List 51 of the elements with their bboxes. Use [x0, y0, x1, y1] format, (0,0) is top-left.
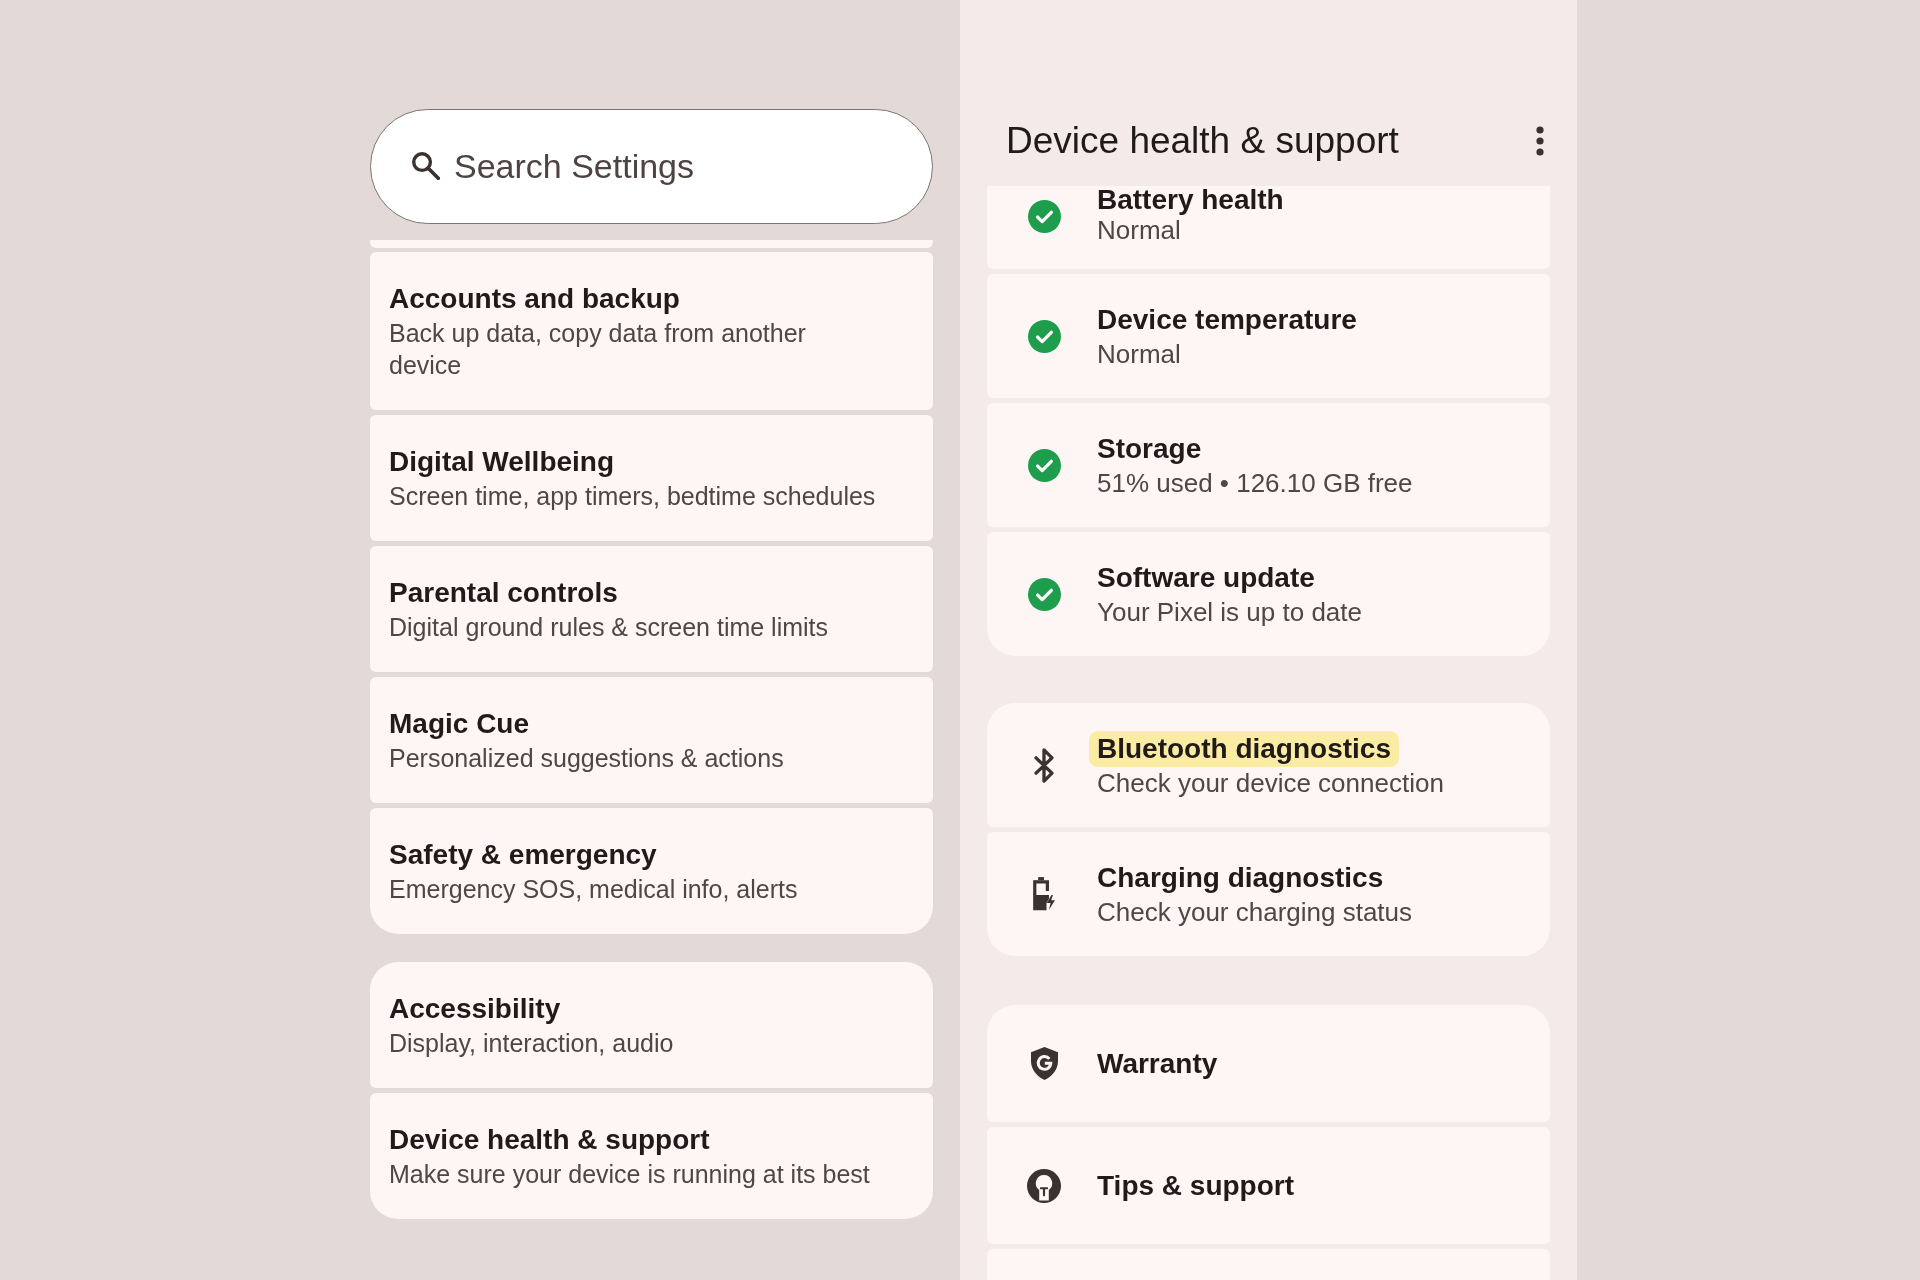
- health-card[interactable]: Battery health Normal: [987, 186, 1550, 269]
- item-subtitle: Check your device connection: [1097, 767, 1444, 799]
- settings-card[interactable]: Safety & emergency Emergency SOS, medical info, alerts: [370, 808, 933, 934]
- item-title: Bluetooth diagnostics: [1089, 731, 1399, 767]
- settings-card[interactable]: Accessibility Display, interaction, audio: [370, 962, 933, 1088]
- battery-charging-icon: [1033, 877, 1055, 911]
- setting-title: Parental controls: [389, 576, 619, 610]
- health-card[interactable]: Software update Your Pixel is up to date: [987, 532, 1550, 656]
- settings-card[interactable]: Accounts and backup Back up data, copy data from another device: [370, 252, 933, 410]
- item-title: Charging diagnostics: [1097, 861, 1384, 895]
- item-subtitle: 51% used • 126.10 GB free: [1097, 467, 1413, 499]
- item-title: Battery health: [1097, 186, 1284, 214]
- health-card[interactable]: Tips & support: [987, 1127, 1550, 1244]
- item-subtitle: Check your charging status: [1097, 896, 1413, 928]
- setting-title: Digital Wellbeing: [389, 445, 616, 479]
- item-subtitle: Normal: [1097, 215, 1181, 246]
- item-title: Device temperature: [1097, 303, 1357, 337]
- page-title: Device health & support: [1006, 119, 1399, 163]
- health-card[interactable]: Device temperature Normal: [987, 274, 1550, 398]
- settings-card[interactable]: Digital Wellbeing Screen time, app timers, bedtime schedules: [370, 415, 933, 541]
- search-field[interactable]: Search Settings: [370, 109, 933, 224]
- setting-title: Accounts and backup: [389, 282, 681, 316]
- item-subtitle: Your Pixel is up to date: [1097, 596, 1362, 628]
- setting-description: Personalized suggestions & actions: [389, 743, 785, 774]
- item-title: Warranty: [1097, 1046, 1218, 1081]
- settings-card[interactable]: Device health & support Make sure your device is running at its best: [370, 1093, 933, 1219]
- item-title: Storage: [1097, 432, 1202, 466]
- item-title: Software update: [1097, 561, 1315, 595]
- setting-description: Emergency SOS, medical info, alerts: [389, 874, 799, 905]
- item-subtitle: Normal: [1097, 338, 1181, 370]
- search-icon: [412, 152, 440, 180]
- more-options-icon[interactable]: [1536, 126, 1544, 156]
- setting-description: Digital ground rules & screen time limits: [389, 612, 830, 643]
- health-card[interactable]: Storage 51% used • 126.10 GB free: [987, 403, 1550, 527]
- setting-title: Magic Cue: [389, 707, 531, 741]
- health-card[interactable]: Charging diagnostics Check your charging status: [987, 832, 1550, 956]
- setting-title: Accessibility: [389, 992, 562, 1026]
- setting-title: Safety & emergency: [389, 838, 658, 872]
- shield-icon: [1030, 1047, 1058, 1080]
- setting-description: Back up data, copy data from another device: [389, 318, 807, 381]
- settings-card[interactable]: Magic Cue Personalized suggestions & actions: [370, 677, 933, 803]
- health-card[interactable]: Bluetooth diagnostics Check your device connection: [987, 703, 1550, 827]
- setting-title: Device health & support: [389, 1123, 711, 1157]
- health-card[interactable]: Warranty: [987, 1005, 1550, 1122]
- bluetooth-icon: [1034, 747, 1054, 783]
- setting-description: Screen time, app timers, bedtime schedules: [389, 481, 877, 512]
- settings-card[interactable]: Parental controls Digital ground rules & screen time limits: [370, 546, 933, 672]
- setting-description: Display, interaction, audio: [389, 1028, 675, 1059]
- lightbulb-circle-icon: [1027, 1167, 1061, 1204]
- item-title: Tips & support: [1097, 1168, 1295, 1203]
- setting-description: Make sure your device is running at its best: [389, 1159, 871, 1190]
